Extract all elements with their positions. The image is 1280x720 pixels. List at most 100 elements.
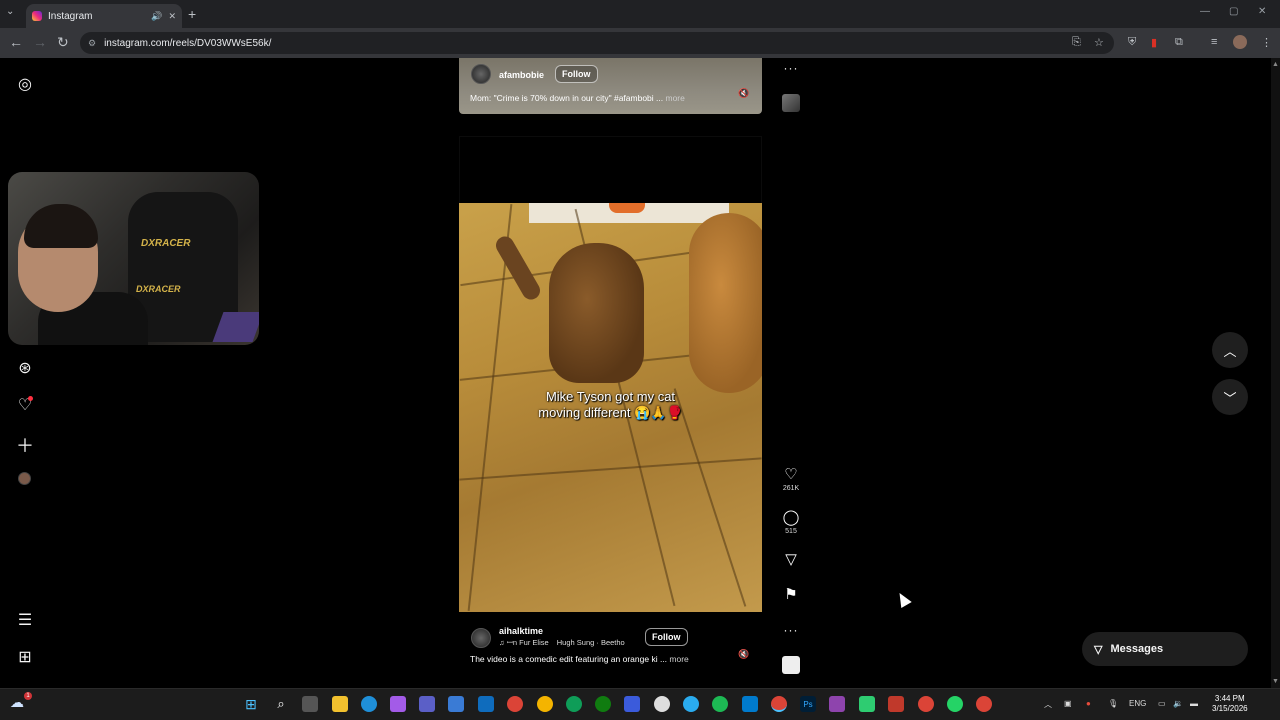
app-icon[interactable] bbox=[624, 696, 640, 712]
more-icon[interactable]: ··· bbox=[782, 623, 800, 637]
avatar[interactable] bbox=[471, 628, 491, 648]
like-button[interactable]: ♡ 261K bbox=[782, 467, 800, 493]
heart-icon[interactable]: ♡ bbox=[16, 395, 34, 415]
instagram-favicon-icon bbox=[32, 11, 42, 21]
volume-icon[interactable]: 🔉 bbox=[1173, 699, 1183, 708]
follow-button[interactable]: Follow bbox=[645, 628, 688, 646]
caption-more-link[interactable]: more bbox=[669, 654, 688, 664]
reel-username[interactable]: afambobie bbox=[499, 70, 544, 80]
apps-icon[interactable]: ⊞ bbox=[16, 647, 34, 667]
edge-icon[interactable] bbox=[361, 696, 377, 712]
address-bar[interactable]: ⚙ instagram.com/reels/DV03WWsE56k/ bbox=[80, 32, 1114, 54]
messages-button[interactable]: ▽ Messages bbox=[1082, 632, 1248, 666]
start-icon[interactable]: ⊞ bbox=[243, 696, 259, 712]
reload-button[interactable]: ↻ bbox=[57, 34, 69, 51]
vscode-icon[interactable] bbox=[742, 696, 758, 712]
tray-app-icon[interactable]: ▣ bbox=[1064, 699, 1072, 708]
search-icon[interactable]: ⌕ bbox=[273, 696, 289, 712]
share-button[interactable]: ▽ bbox=[782, 552, 800, 568]
chrome-canary-icon[interactable] bbox=[537, 696, 553, 712]
xbox-icon[interactable] bbox=[595, 696, 611, 712]
plus-icon[interactable]: ＋ bbox=[16, 432, 34, 458]
task-view-icon[interactable] bbox=[302, 696, 318, 712]
audio-thumbnail[interactable] bbox=[782, 94, 800, 112]
chrome-icon[interactable] bbox=[507, 696, 523, 712]
reel-music[interactable]: ♫ ꟷn Fur Elise Hugh Sung · Beetho bbox=[499, 638, 625, 648]
outlook-icon[interactable] bbox=[478, 696, 494, 712]
app-icon[interactable] bbox=[829, 696, 845, 712]
tab-audio-icon[interactable]: 🔊 bbox=[151, 11, 162, 22]
language-indicator[interactable]: ENG bbox=[1129, 699, 1146, 708]
tab-close-icon[interactable]: ✕ bbox=[168, 11, 176, 22]
weather-widget-icon[interactable]: ☁ bbox=[10, 694, 24, 711]
teams-icon[interactable] bbox=[419, 696, 435, 712]
profile-avatar[interactable] bbox=[1233, 35, 1247, 49]
site-info-icon[interactable]: ⚙ bbox=[88, 38, 96, 49]
mute-icon[interactable]: 🔇 bbox=[738, 649, 749, 660]
file-explorer-icon[interactable] bbox=[332, 696, 348, 712]
save-button[interactable]: ⚑ bbox=[782, 587, 800, 603]
weather-badge: 1 bbox=[24, 692, 32, 700]
shield-extension-icon[interactable]: ⛨ bbox=[1128, 36, 1136, 49]
app-icon[interactable] bbox=[448, 696, 464, 712]
photoshop-icon[interactable]: Ps bbox=[800, 696, 816, 712]
chrome-active-icon[interactable] bbox=[771, 696, 787, 712]
whatsapp-icon[interactable] bbox=[947, 696, 963, 712]
reel-card-previous[interactable]: afambobie Follow Mom: "Crime is 70% down… bbox=[459, 58, 762, 114]
app-icon[interactable] bbox=[888, 696, 904, 712]
caption-more-link[interactable]: more bbox=[665, 93, 684, 103]
bookmark-star-icon[interactable]: ☆ bbox=[1094, 36, 1104, 49]
new-tab-button[interactable]: + bbox=[188, 6, 196, 22]
tab-title: Instagram bbox=[48, 10, 93, 22]
page-scrollbar[interactable] bbox=[1271, 58, 1280, 688]
browser-tab-instagram[interactable]: Instagram 🔊 ✕ bbox=[26, 4, 182, 28]
reel-caption[interactable]: The video is a comedic edit featuring an… bbox=[470, 654, 689, 664]
avatar[interactable] bbox=[471, 64, 491, 84]
tile-grout bbox=[459, 457, 762, 481]
tray-overflow-icon[interactable]: ︿ bbox=[1044, 699, 1052, 710]
back-button[interactable]: ← bbox=[9, 34, 23, 50]
tray-app-icon[interactable]: ● bbox=[1086, 699, 1091, 708]
close-window-icon[interactable]: ✕ bbox=[1258, 6, 1266, 17]
chrome-menu-icon[interactable]: ⋮ bbox=[1261, 36, 1272, 49]
orange-object bbox=[609, 203, 645, 213]
reel-video[interactable]: Mike Tyson got my cat moving different 😭… bbox=[459, 203, 762, 612]
app-icon[interactable] bbox=[654, 696, 670, 712]
red-extension-icon[interactable]: ▮ bbox=[1151, 36, 1157, 49]
chrome-icon[interactable] bbox=[918, 696, 934, 712]
compass-icon[interactable]: ⊛ bbox=[16, 358, 34, 378]
spotify-icon[interactable] bbox=[712, 696, 728, 712]
menu-icon[interactable]: ☰ bbox=[16, 610, 34, 630]
extensions-icon[interactable]: ⧉ bbox=[1175, 36, 1183, 49]
network-icon[interactable]: ▭ bbox=[1158, 699, 1166, 708]
chrome-profile-icon[interactable] bbox=[566, 696, 582, 712]
app-icon[interactable] bbox=[859, 696, 875, 712]
maximize-icon[interactable]: ▢ bbox=[1229, 6, 1238, 17]
copilot-icon[interactable] bbox=[390, 696, 406, 712]
audio-thumbnail[interactable] bbox=[782, 656, 800, 674]
chevron-down-icon: ﹀ bbox=[1223, 390, 1237, 406]
tab-search-icon[interactable]: ⌄ bbox=[6, 6, 14, 17]
minimize-icon[interactable]: — bbox=[1200, 6, 1210, 17]
mute-icon[interactable]: 🔇 bbox=[738, 88, 749, 99]
microphone-icon[interactable]: 🎙 bbox=[1108, 699, 1118, 708]
scroll-down-arrow[interactable]: ▼ bbox=[1272, 678, 1279, 685]
more-icon[interactable]: ··· bbox=[782, 61, 800, 75]
media-control-icon[interactable]: ≡ bbox=[1211, 36, 1217, 48]
follow-button[interactable]: Follow bbox=[555, 65, 598, 83]
chrome-icon[interactable] bbox=[976, 696, 992, 712]
battery-icon[interactable]: ▬ bbox=[1190, 699, 1198, 708]
reel-username[interactable]: aihalktime bbox=[499, 626, 543, 636]
comment-icon: ◯ bbox=[782, 509, 800, 526]
forward-button[interactable]: → bbox=[33, 34, 47, 50]
reel-caption[interactable]: Mom: "Crime is 70% down in our city" #af… bbox=[470, 93, 685, 103]
previous-reel-button[interactable]: ︿ bbox=[1212, 332, 1248, 368]
scroll-up-arrow[interactable]: ▲ bbox=[1272, 61, 1279, 68]
system-clock[interactable]: 3:44 PM 3/15/2026 bbox=[1212, 694, 1248, 714]
comment-button[interactable]: ◯ 515 bbox=[782, 509, 800, 536]
profile-avatar[interactable] bbox=[18, 472, 31, 485]
install-app-icon[interactable]: ⎘ bbox=[1072, 36, 1081, 49]
next-reel-button[interactable]: ﹀ bbox=[1212, 379, 1248, 415]
instagram-icon[interactable]: ◎ bbox=[16, 74, 34, 94]
telegram-icon[interactable] bbox=[683, 696, 699, 712]
